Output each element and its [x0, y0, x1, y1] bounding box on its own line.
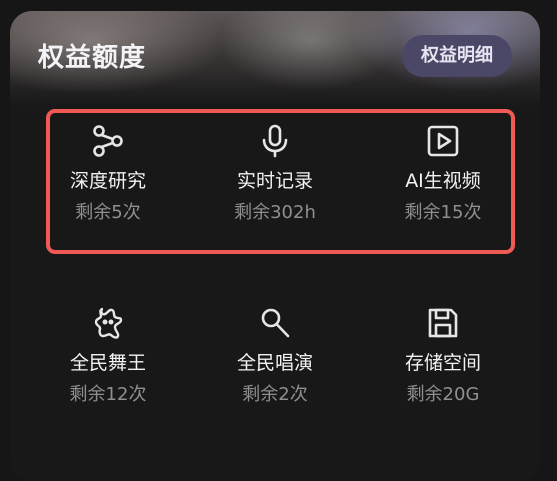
benefit-quota: 剩余20G — [406, 384, 480, 405]
karaoke-mic-icon — [261, 308, 290, 338]
play-video-icon — [427, 125, 459, 157]
benefit-details-button[interactable]: 权益明细 — [402, 35, 512, 77]
benefit-quota: 剩余5次 — [75, 202, 141, 223]
benefit-deep-research[interactable]: 深度研究 剩余5次 — [33, 124, 183, 224]
benefit-live-record[interactable]: 实时记录 剩余302h — [200, 124, 350, 224]
benefit-name: 深度研究 — [69, 170, 146, 192]
benefit-storage[interactable]: 存储空间 剩余20G — [368, 306, 518, 406]
benefit-name: 全民唱演 — [236, 352, 313, 374]
benefit-name: 全民舞王 — [69, 352, 146, 374]
benefit-quota: 剩余15次 — [404, 202, 482, 223]
benefit-name: 存储空间 — [404, 352, 481, 374]
card-title: 权益额度 — [38, 43, 147, 73]
benefit-quota: 剩余302h — [234, 202, 316, 223]
benefit-dance-king[interactable]: 全民舞王 剩余12次 — [33, 306, 183, 406]
share-nodes-icon — [93, 125, 123, 157]
benefit-quota: 剩余12次 — [69, 384, 147, 405]
benefit-quota: 剩余2次 — [242, 384, 308, 405]
benefit-name: 实时记录 — [236, 170, 313, 192]
save-disk-icon — [428, 308, 458, 338]
dancer-icon — [94, 307, 123, 339]
benefit-sing-show[interactable]: 全民唱演 剩余2次 — [200, 306, 350, 406]
benefit-name: AI生视频 — [405, 170, 481, 192]
card-header: 权益额度 权益明细 — [10, 11, 540, 106]
microphone-icon — [262, 124, 288, 158]
benefit-ai-video[interactable]: AI生视频 剩余15次 — [368, 124, 518, 224]
